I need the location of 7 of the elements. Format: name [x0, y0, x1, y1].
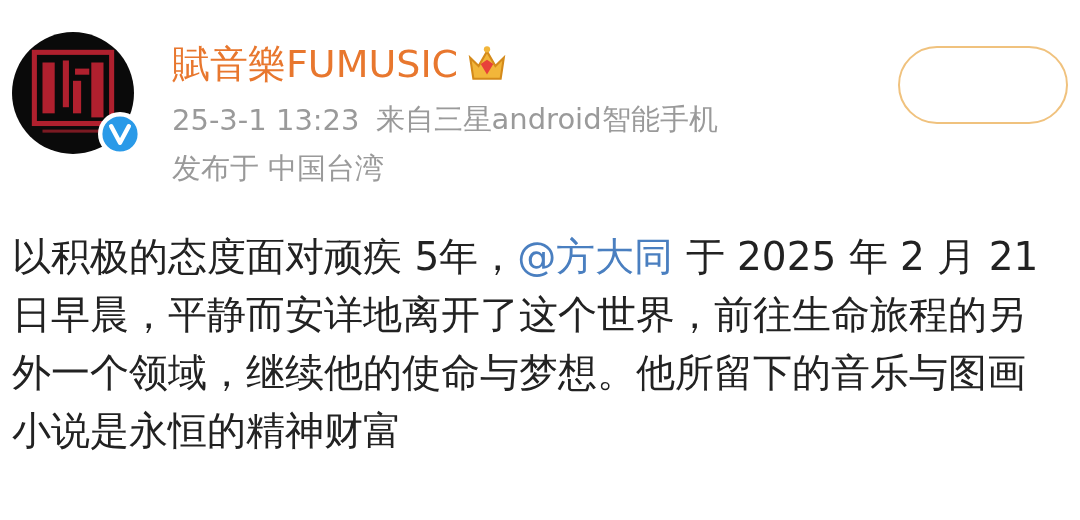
mention-link[interactable]: @方大同	[517, 234, 674, 279]
avatar-logo-icon[interactable]	[12, 32, 134, 154]
author-name[interactable]: 賦音樂FUMUSIC	[172, 38, 459, 90]
post-text: 以积极的态度面对顽疾 5年，@方大同 于 2025 年 2 月 21日早晨，平静而安详地离开了这个世界，前往生命旅程的另外一个领域，继续他的使命与梦想。他所留下的音乐与图画小说是永恒的精神财富	[12, 233, 1040, 455]
post-source: 来自三星android智能手机	[375, 101, 718, 138]
post-location: 发布于 中国台湾	[172, 150, 386, 187]
post-time: 25-3-1 13:23	[172, 103, 360, 137]
